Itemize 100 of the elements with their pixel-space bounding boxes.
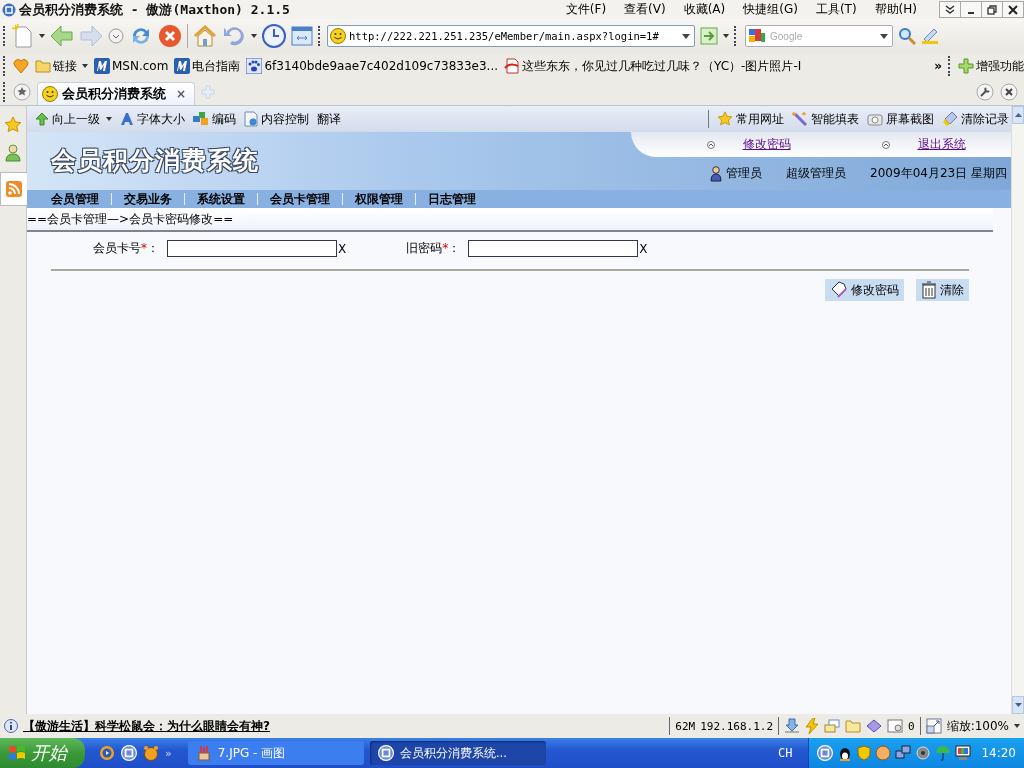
highlighter-icon[interactable] bbox=[921, 27, 939, 45]
menu-item[interactable]: 工具(T) bbox=[815, 1, 857, 18]
menu-item[interactable]: 帮助(H) bbox=[874, 1, 917, 18]
star-button-icon[interactable] bbox=[13, 83, 31, 101]
m-logo-icon bbox=[94, 58, 110, 74]
news-link[interactable]: 【傲游生活】科学松鼠会：为什么眼睛会有神? bbox=[23, 717, 270, 735]
chevron-button[interactable] bbox=[939, 1, 961, 18]
browser-logo-icon[interactable] bbox=[121, 745, 137, 761]
input-field[interactable] bbox=[468, 240, 639, 257]
header-link[interactable]: 修改密码 bbox=[742, 136, 791, 153]
bookmark-link[interactable]: 这些东东，你见过几种吃过几味？（YC）-图片照片-Ⅰ bbox=[504, 57, 802, 75]
page-toolbar-button[interactable]: 翻译 bbox=[317, 110, 341, 128]
taskbar-button[interactable]: 7.JPG - 画图 bbox=[187, 741, 364, 765]
download-icon[interactable] bbox=[784, 718, 800, 734]
bookmark-link[interactable]: MSN.com bbox=[94, 58, 169, 74]
clock-icon[interactable] bbox=[262, 24, 286, 48]
quick-launch-more[interactable]: » bbox=[165, 746, 172, 760]
form-button[interactable]: 清除 bbox=[916, 279, 969, 301]
nav-menu-item[interactable]: 会员卡管理 bbox=[258, 190, 342, 208]
media-player-icon[interactable] bbox=[99, 745, 115, 761]
scroll-down-button[interactable] bbox=[1012, 696, 1024, 714]
nav-menu-item[interactable]: 会员管理 bbox=[39, 190, 111, 208]
m-logo-icon bbox=[174, 58, 191, 74]
bookmark-link[interactable]: 6f3140bde9aae7c402d109c73833e3... bbox=[246, 58, 499, 74]
popup-count: 0 bbox=[908, 719, 915, 733]
bookmark-link[interactable]: 电台指南 bbox=[174, 57, 241, 75]
nav-menu-item[interactable]: 交易业务 bbox=[112, 190, 184, 208]
input-field[interactable] bbox=[167, 240, 337, 257]
page-toolbar-button[interactable]: 向上一级 bbox=[35, 110, 112, 128]
close-tab-button-icon[interactable] bbox=[1000, 83, 1018, 101]
language-indicator[interactable]: CH bbox=[777, 746, 793, 760]
form-button[interactable]: 修改密码 bbox=[825, 279, 904, 301]
page-toolbar-button[interactable]: 常用网址 bbox=[717, 110, 784, 128]
caret-icon bbox=[106, 117, 112, 121]
camera-icon bbox=[867, 112, 883, 126]
dropdown-circle-icon[interactable] bbox=[108, 28, 124, 44]
search-box[interactable]: Google bbox=[745, 25, 893, 47]
windows-stack-icon[interactable] bbox=[824, 719, 840, 733]
minimize-button[interactable] bbox=[960, 1, 982, 18]
wrench-button-icon[interactable] bbox=[976, 83, 994, 101]
menu-item[interactable]: 快捷组(G) bbox=[743, 1, 798, 18]
info-icon bbox=[4, 719, 18, 733]
rss-icon[interactable] bbox=[5, 181, 22, 197]
page-toolbar-button[interactable]: 智能填表 bbox=[792, 110, 859, 128]
page-toolbar-button[interactable]: 编码 bbox=[193, 110, 236, 128]
window-title: 会员积分消费系统 - 傲游(Maxthon) 2.1.5 bbox=[19, 0, 290, 19]
network-icon[interactable] bbox=[895, 745, 912, 761]
eraser-icon bbox=[942, 111, 958, 127]
bullet-icon bbox=[706, 140, 715, 149]
stop-icon[interactable] bbox=[158, 24, 182, 48]
person-icon[interactable] bbox=[5, 144, 21, 162]
restore-button[interactable] bbox=[981, 1, 1003, 18]
browser-tab[interactable]: 会员积分消费系统 × bbox=[37, 82, 196, 105]
breadcrumb: ==会员卡管理—>会员卡密码修改== bbox=[27, 210, 234, 228]
plus-icon bbox=[958, 58, 974, 74]
minimize-icon bbox=[968, 12, 974, 14]
monitor-icon[interactable] bbox=[955, 745, 972, 761]
heart-icon[interactable] bbox=[13, 58, 29, 74]
enhance-button[interactable]: 增强功能 bbox=[958, 57, 1024, 75]
caret-icon[interactable] bbox=[880, 33, 888, 39]
popup-icon[interactable] bbox=[887, 719, 903, 733]
caret-icon[interactable] bbox=[251, 34, 257, 38]
header-link[interactable]: 退出系统 bbox=[917, 136, 966, 153]
page-toolbar-button[interactable]: 内容控制 bbox=[244, 110, 309, 128]
tab-close-button[interactable]: × bbox=[176, 87, 187, 101]
caret-icon[interactable] bbox=[1014, 724, 1020, 728]
speaker-icon[interactable] bbox=[915, 745, 932, 761]
close-button[interactable] bbox=[1002, 1, 1024, 18]
page-toolbar-button[interactable]: 清除记录 bbox=[942, 110, 1009, 128]
home-icon[interactable] bbox=[193, 24, 217, 48]
undo-arrow-icon[interactable] bbox=[222, 24, 246, 48]
diamond-icon[interactable] bbox=[866, 719, 882, 733]
menu-item[interactable]: 收藏(A) bbox=[683, 1, 726, 18]
window-icon[interactable] bbox=[291, 26, 313, 46]
restore-icon bbox=[987, 4, 997, 15]
taskbar-button[interactable]: 会员积分消费系统... bbox=[369, 741, 546, 765]
address-field[interactable]: http://222.221.251.235/eMember/main.aspx?login=1# bbox=[327, 25, 695, 47]
nav-menu-item[interactable]: 日志管理 bbox=[416, 190, 488, 208]
menu-item[interactable]: 文件(F) bbox=[565, 1, 607, 18]
menu-item[interactable]: 查看(V) bbox=[624, 1, 666, 18]
start-button[interactable]: 开始 bbox=[0, 738, 85, 768]
page-toolbar-button[interactable]: 字体大小 bbox=[120, 110, 185, 128]
search-field[interactable]: Google bbox=[770, 30, 878, 42]
zoom-level[interactable]: 缩放:100% bbox=[946, 717, 1009, 735]
zoom-icon[interactable] bbox=[925, 718, 942, 734]
scroll-up-button[interactable] bbox=[1012, 106, 1024, 124]
nav-menu-item[interactable]: 权限管理 bbox=[343, 190, 415, 208]
back-arrow-icon[interactable] bbox=[50, 25, 74, 47]
search-icon[interactable] bbox=[898, 27, 916, 45]
clear-mark: X bbox=[639, 241, 648, 256]
nav-menu-item[interactable]: 系统设置 bbox=[185, 190, 257, 208]
letter-a-icon bbox=[120, 112, 134, 126]
more-links-button[interactable]: » bbox=[934, 59, 942, 73]
favorites-star-icon[interactable] bbox=[4, 116, 22, 134]
caret-icon[interactable] bbox=[723, 34, 729, 38]
lightning-icon[interactable] bbox=[805, 718, 819, 734]
page-toolbar-button[interactable]: 屏幕截图 bbox=[867, 110, 934, 128]
caret-icon[interactable] bbox=[682, 33, 690, 39]
caret-icon[interactable] bbox=[39, 34, 45, 38]
bookmark-link[interactable]: 链接 bbox=[35, 57, 88, 75]
